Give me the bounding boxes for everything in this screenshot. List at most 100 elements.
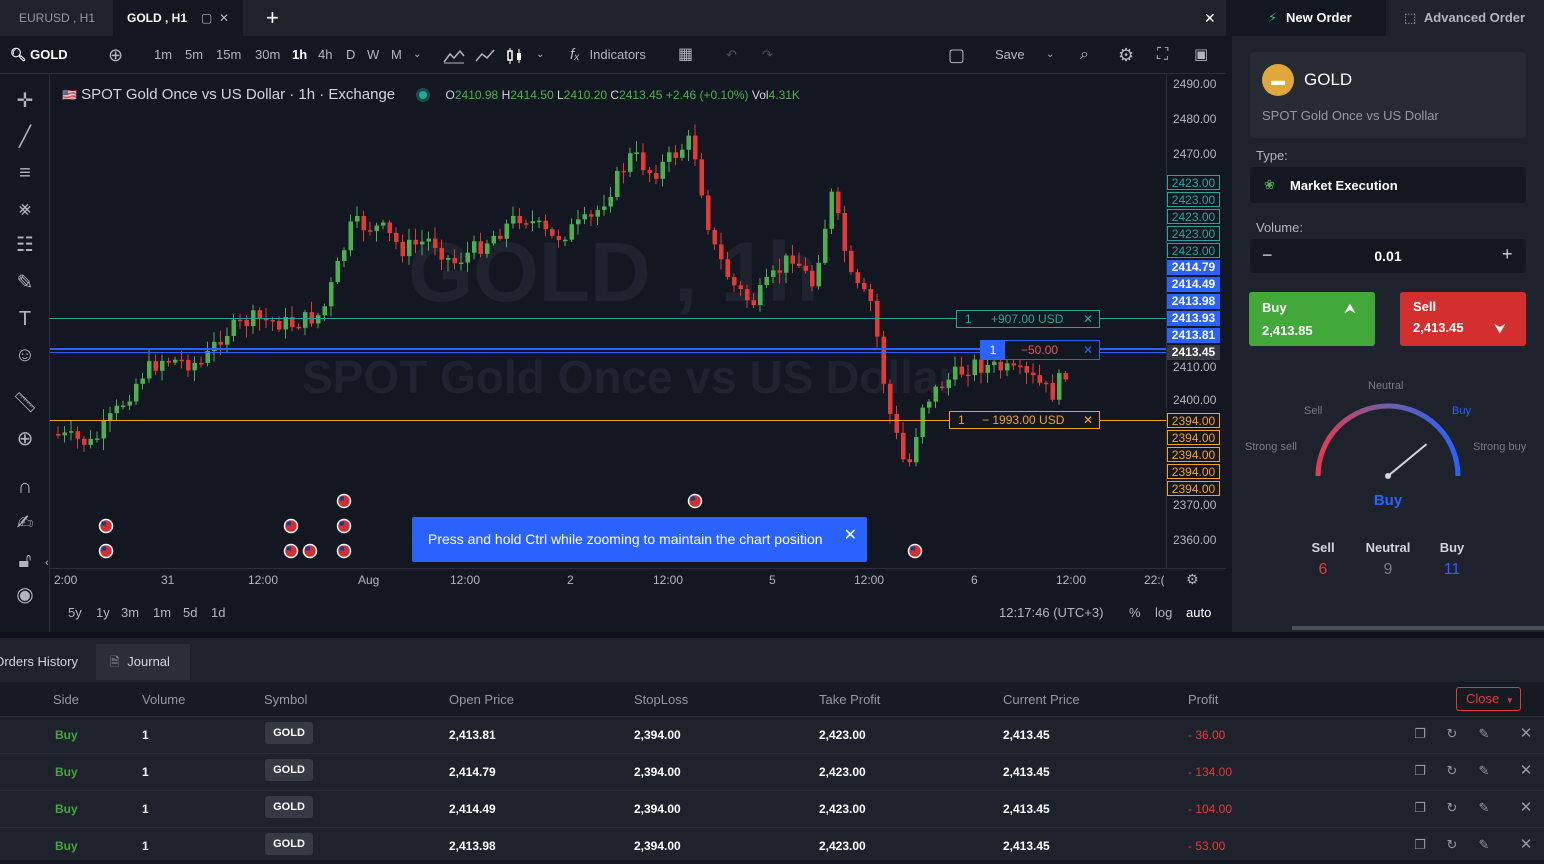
interval-30m[interactable]: 30m	[255, 36, 280, 74]
tab-journal[interactable]: 🗎 Journal	[96, 644, 190, 680]
close-position-icon[interactable]: ✕	[1518, 800, 1534, 816]
interval-5m[interactable]: 5m	[185, 36, 203, 74]
close-position-icon[interactable]: ✕	[1518, 763, 1534, 779]
tab-orders-history[interactable]: Orders History	[0, 644, 90, 680]
toast-close-icon[interactable]: ✕	[844, 513, 857, 558]
interval-dropdown-icon[interactable]: ⌄	[413, 36, 421, 74]
projection-icon[interactable]: ☷	[10, 232, 40, 258]
interval-w[interactable]: W	[367, 36, 379, 74]
range-1m[interactable]: 1m	[153, 605, 171, 620]
symbol-search[interactable]: 🔍︎ GOLD	[10, 36, 68, 74]
bar-style-icon[interactable]	[442, 36, 466, 74]
camera-icon[interactable]: ▣	[1194, 36, 1208, 74]
crosshair-icon[interactable]: ✛	[10, 88, 40, 114]
fullscreen-icon[interactable]: ⛶	[1157, 36, 1168, 74]
interval-1h[interactable]: 1h	[292, 36, 307, 74]
lock-draw-icon[interactable]: ✍	[10, 510, 40, 536]
sell-button[interactable]: Sell 2,413.45 ⮟	[1400, 292, 1526, 346]
chart-pane[interactable]: GOLD , 1h SPOT Gold Once vs US Dollar 🇺🇸…	[50, 74, 1166, 568]
lock-icon[interactable]: 🔓︎	[10, 548, 40, 574]
redo-icon[interactable]: ↷	[762, 36, 773, 74]
type-select[interactable]: ❀ Market Execution	[1250, 167, 1526, 203]
clock-readout[interactable]: 12:17:46 (UTC+3)	[999, 605, 1103, 620]
fib-lines-icon[interactable]: ≡	[10, 160, 40, 186]
ruler-icon[interactable]: 📏︎	[10, 390, 40, 416]
copy-icon[interactable]: ❐	[1412, 763, 1428, 779]
buy-button[interactable]: Buy 2,413.85 ⮝	[1249, 292, 1375, 346]
settings-gear-icon[interactable]: ⚙	[1118, 36, 1134, 74]
tp-close-icon[interactable]: ✕	[1083, 311, 1093, 327]
sl-label[interactable]: 1 − 1993.00 USD ✕	[949, 411, 1100, 429]
tp-label[interactable]: 1 +907.00 USD ✕	[956, 310, 1100, 328]
table-row[interactable]: Buy 1 GOLD 2,413.98 2,394.00 2,423.00 2,413.45…	[0, 827, 1544, 864]
range-1y[interactable]: 1y	[96, 605, 110, 620]
undo-icon[interactable]: ↶	[726, 36, 737, 74]
tab-advanced-order[interactable]: ⬚ Advanced Order	[1404, 0, 1525, 36]
compare-add-icon[interactable]: ⊕	[108, 36, 123, 74]
auto-scale-toggle[interactable]: auto	[1186, 605, 1211, 620]
interval-1m[interactable]: 1m	[154, 36, 172, 74]
entry-label[interactable]: 1 −50.00 ✕	[980, 340, 1100, 360]
layouts-icon[interactable]: ▦	[678, 36, 693, 74]
volume-input[interactable]: 0.01	[1250, 248, 1526, 264]
save-dropdown-icon[interactable]: ⌄	[1046, 36, 1054, 74]
range-1d[interactable]: 1d	[211, 605, 225, 620]
tab-gold[interactable]: GOLD , H1 ▢ ✕	[113, 0, 243, 36]
save-button[interactable]: Save	[995, 36, 1025, 74]
log-scale-toggle[interactable]: log	[1155, 605, 1172, 620]
interval-15m[interactable]: 15m	[216, 36, 241, 74]
pattern-icon[interactable]: ⨳	[10, 196, 40, 222]
tab-close-icon[interactable]: ✕	[219, 0, 229, 36]
range-5d[interactable]: 5d	[183, 605, 197, 620]
chart-type-dropdown-icon[interactable]: ⌄	[536, 36, 544, 74]
sl-close-icon[interactable]: ✕	[1083, 412, 1093, 428]
volume-increase-button[interactable]: +	[1502, 244, 1513, 265]
quick-search-icon[interactable]: ⌕	[1080, 36, 1089, 74]
entry-close-icon[interactable]: ✕	[1083, 341, 1093, 359]
edit-icon[interactable]: ✎	[1476, 837, 1492, 853]
panel-scrollbar[interactable]	[1292, 626, 1544, 630]
copy-icon[interactable]: ❐	[1412, 837, 1428, 853]
percent-scale-toggle[interactable]: %	[1129, 605, 1141, 620]
layout-square-icon[interactable]: ▢	[948, 36, 965, 74]
magnet-icon[interactable]: ∩	[10, 474, 40, 500]
copy-icon[interactable]: ❐	[1412, 800, 1428, 816]
reverse-icon[interactable]: ↻	[1444, 837, 1460, 853]
copy-icon[interactable]: ❐	[1412, 726, 1428, 742]
text-tool-icon[interactable]: T	[10, 306, 40, 332]
candles-icon[interactable]	[506, 36, 524, 74]
reverse-icon[interactable]: ↻	[1444, 763, 1460, 779]
table-row[interactable]: Buy 1 GOLD 2,414.79 2,394.00 2,423.00 2,413.45…	[0, 753, 1544, 790]
interval-d[interactable]: D	[346, 36, 355, 74]
edit-icon[interactable]: ✎	[1476, 726, 1492, 742]
line-chart-icon[interactable]	[474, 36, 496, 74]
edit-icon[interactable]: ✎	[1476, 763, 1492, 779]
table-row[interactable]: Buy 1 GOLD 2,414.49 2,394.00 2,423.00 2,413.45…	[0, 790, 1544, 827]
emoji-icon[interactable]: ☺	[10, 342, 40, 368]
indicators-button[interactable]: fₓ Indicators	[570, 36, 646, 74]
close-position-icon[interactable]: ✕	[1518, 837, 1534, 853]
window-icon[interactable]: ▢	[201, 0, 212, 36]
interval-4h[interactable]: 4h	[318, 36, 332, 74]
time-settings-icon[interactable]: ⚙	[1186, 571, 1199, 588]
reverse-icon[interactable]: ↻	[1444, 800, 1460, 816]
close-chart-icon[interactable]: ✕	[1190, 0, 1230, 36]
collapse-tools-icon[interactable]: ‹	[45, 557, 49, 569]
tab-new-order[interactable]: ⚡︎ New Order	[1232, 0, 1386, 36]
edit-icon[interactable]: ✎	[1476, 800, 1492, 816]
close-position-icon[interactable]: ✕	[1518, 726, 1534, 742]
eye-icon[interactable]: ◉	[10, 582, 40, 608]
brush-icon[interactable]: ✎	[10, 270, 40, 296]
zoom-in-icon[interactable]: ⊕	[10, 426, 40, 452]
price-scale[interactable]: 2490.00 2480.00 2470.00 2423.00 2423.00 …	[1166, 74, 1226, 568]
time-scale[interactable]: 2:00 31 12:00 Aug 12:00 2 12:00 5 12:00 …	[50, 568, 1226, 590]
interval-m[interactable]: M	[391, 36, 402, 74]
tab-eurusd[interactable]: EURUSD , H1	[5, 0, 109, 36]
trendline-icon[interactable]: ╱	[10, 124, 40, 150]
range-5y[interactable]: 5y	[68, 605, 82, 620]
close-all-button[interactable]: Close ▼	[1456, 687, 1521, 711]
reverse-icon[interactable]: ↻	[1444, 726, 1460, 742]
range-3m[interactable]: 3m	[121, 605, 139, 620]
add-tab-icon[interactable]: +	[252, 0, 293, 36]
table-row[interactable]: Buy 1 GOLD 2,413.81 2,394.00 2,423.00 2,413.45…	[0, 716, 1544, 753]
